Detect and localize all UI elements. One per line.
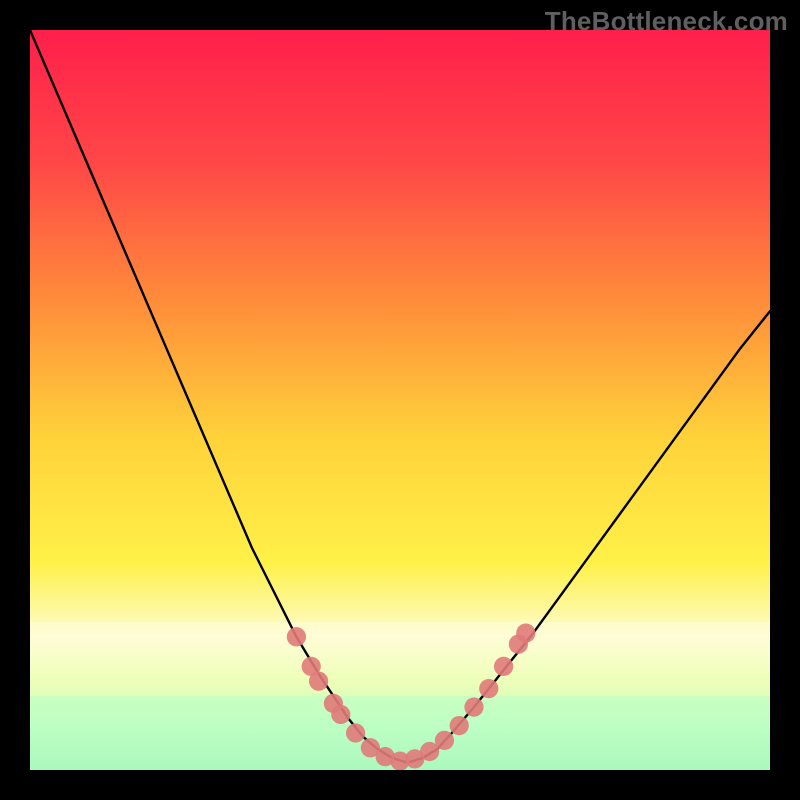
plot-area <box>30 30 770 770</box>
chart-frame: TheBottleneck.com <box>0 0 800 800</box>
watermark-text: TheBottleneck.com <box>545 6 788 37</box>
chart-svg <box>30 30 770 770</box>
